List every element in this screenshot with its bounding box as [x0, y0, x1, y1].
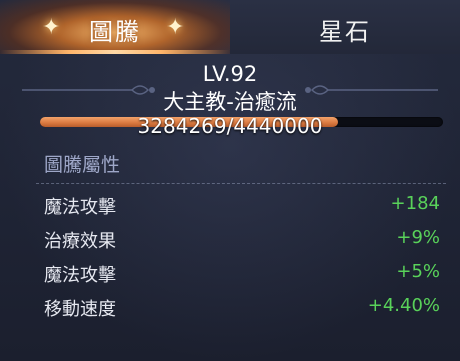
stat-name: 魔法攻擊 — [44, 197, 116, 218]
stat-list: 魔法攻擊 +184 治療效果 +9% 魔法攻擊 +5% 移動速度 +4.40% — [44, 191, 440, 327]
stat-value: +5% — [396, 261, 440, 282]
totem-name: 大主教-治癒流 — [163, 90, 297, 114]
level-text: LV.92 — [202, 62, 258, 86]
stat-value: +184 — [390, 193, 440, 214]
stat-row: 移動速度 +4.40% — [44, 293, 440, 327]
tab-totem[interactable]: ✦ 圖騰 ✦ — [0, 0, 230, 54]
tab-starstone[interactable]: 星石 — [230, 0, 460, 54]
exp-progress-text: 3284269/4440000 — [137, 114, 323, 138]
divider — [36, 183, 446, 184]
stat-row: 魔法攻擊 +184 — [44, 191, 440, 225]
stat-row: 魔法攻擊 +5% — [44, 259, 440, 293]
tab-bar: ✦ 圖騰 ✦ 星石 — [0, 0, 460, 54]
totem-panel: ✦ 圖騰 ✦ 星石 LV.92 大主教-治癒流 3284269/4440000 … — [0, 0, 460, 361]
stat-value: +9% — [396, 227, 440, 248]
section-title: 圖騰屬性 — [44, 154, 121, 176]
stat-row: 治療效果 +9% — [44, 225, 440, 259]
stat-value: +4.40% — [367, 295, 440, 316]
stat-name: 治療效果 — [44, 231, 116, 252]
tab-starstone-label: 星石 — [319, 18, 371, 46]
sparkle-icon: ✦ — [166, 15, 185, 40]
stat-name: 移動速度 — [44, 299, 116, 320]
tab-totem-label: 圖騰 — [89, 18, 141, 46]
stat-name: 魔法攻擊 — [44, 265, 116, 286]
